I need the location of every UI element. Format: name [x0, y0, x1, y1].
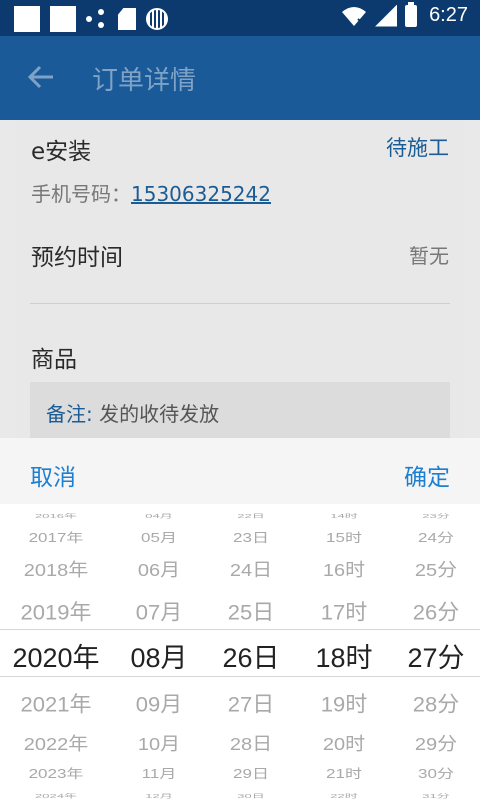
picker-item-selected[interactable]: 26日 — [206, 636, 296, 675]
notification-square-icon — [50, 6, 76, 32]
cancel-button[interactable]: 取消 — [30, 458, 76, 492]
picker-item[interactable]: 30分 — [392, 763, 480, 782]
back-arrow-icon[interactable] — [26, 62, 56, 92]
picker-item[interactable]: 20时 — [296, 729, 392, 755]
notification-icons — [14, 6, 168, 32]
picker-item[interactable]: 07月 — [112, 595, 206, 626]
picker-item[interactable]: 22日 — [206, 511, 296, 520]
picker-item-selected[interactable]: 18时 — [296, 636, 392, 675]
picker-header: 取消 确定 — [0, 438, 480, 504]
picker-item[interactable]: 09月 — [112, 687, 206, 718]
picker-item[interactable]: 19时 — [296, 687, 392, 718]
picker-item[interactable]: 17时 — [296, 595, 392, 626]
picker-item[interactable]: 25分 — [392, 555, 480, 581]
picker-item[interactable]: 2016年 — [0, 511, 112, 520]
picker-column[interactable]: 22日 23日 24日 25日 26日 27日 28日 29日 30日 — [206, 504, 296, 800]
picker-item[interactable]: 15时 — [296, 527, 392, 546]
divider — [30, 303, 450, 304]
picker-item[interactable]: 29日 — [206, 763, 296, 782]
picker-item[interactable]: 24分 — [392, 527, 480, 546]
picker-item[interactable]: 24日 — [206, 555, 296, 581]
picker-item[interactable]: 21时 — [296, 763, 392, 782]
datetime-picker-wheel[interactable]: 2016年 2017年 2018年 2019年 2020年 2021年 2022年 2023年… — [0, 504, 480, 800]
appointment-label: 预约时间 — [31, 245, 123, 271]
picker-item[interactable]: 2023年 — [0, 763, 112, 782]
note-text: 发的收待发放 — [99, 402, 220, 426]
appointment-value: 暂无 — [409, 244, 449, 268]
picker-item[interactable]: 11月 — [112, 763, 206, 782]
picker-item[interactable]: 2019年 — [0, 595, 112, 626]
picker-column[interactable]: 2016年 2017年 2018年 2019年 2020年 2021年 2022年 2023年… — [0, 504, 112, 800]
wifi-icon — [342, 6, 367, 26]
page-title: 订单详情 — [92, 66, 197, 96]
picker-column[interactable]: 04月 05月 06月 07月 08月 09月 10月 11月 12月 — [112, 504, 206, 800]
appointment-row[interactable]: 预约时间 暂无 — [31, 238, 449, 272]
picker-item[interactable]: 2021年 — [0, 687, 112, 718]
sd-card-icon — [118, 8, 136, 30]
picker-item[interactable]: 05月 — [112, 527, 206, 546]
note-box: 备注: 发的收待发放 — [30, 382, 450, 440]
picker-item[interactable]: 30日 — [206, 791, 296, 800]
picker-item[interactable]: 04月 — [112, 511, 206, 520]
order-card: e安装 待施工 手机号码：15306325242 预约时间 暂无 商品 备注: … — [15, 120, 465, 440]
picker-item-selected[interactable]: 08月 — [112, 636, 206, 675]
picker-item-selected[interactable]: 27分 — [392, 636, 480, 675]
picker-item[interactable]: 2017年 — [0, 527, 112, 546]
service-name: e安装 — [31, 139, 92, 165]
picker-item[interactable]: 31分 — [392, 791, 480, 800]
picker-item[interactable]: 27日 — [206, 687, 296, 718]
picker-item[interactable]: 10月 — [112, 729, 206, 755]
picker-column[interactable]: 14时 15时 16时 17时 18时 19时 20时 21时 22时 — [296, 504, 392, 800]
picker-item[interactable]: 2022年 — [0, 729, 112, 755]
notification-square-icon — [14, 6, 40, 32]
picker-item[interactable]: 14时 — [296, 511, 392, 520]
signal-icon — [375, 4, 398, 27]
confirm-button[interactable]: 确定 — [404, 458, 450, 492]
picker-item[interactable]: 26分 — [392, 595, 480, 626]
picker-item[interactable]: 06月 — [112, 555, 206, 581]
picker-item[interactable]: 25日 — [206, 595, 296, 626]
picker-item[interactable]: 29分 — [392, 729, 480, 755]
status-badge: 待施工 — [386, 136, 449, 160]
picker-item[interactable]: 23日 — [206, 527, 296, 546]
dots-icon — [86, 9, 108, 29]
picker-item[interactable]: 16时 — [296, 555, 392, 581]
goods-heading: 商品 — [31, 347, 77, 373]
note-label: 备注: — [46, 402, 93, 426]
app-bar: 订单详情 — [0, 36, 480, 120]
battery-icon — [405, 1, 418, 27]
phone-label: 手机号码： — [31, 182, 131, 206]
phone-link[interactable]: 15306325242 — [131, 182, 271, 206]
picker-column[interactable]: 23分 24分 25分 26分 27分 28分 29分 30分 31分 — [392, 504, 480, 800]
picker-item[interactable]: 23分 — [392, 511, 480, 520]
picker-item[interactable]: 28日 — [206, 729, 296, 755]
picker-item[interactable]: 22时 — [296, 791, 392, 800]
phone-row: 手机号码：15306325242 — [31, 178, 449, 207]
picker-item[interactable]: 2024年 — [0, 791, 112, 800]
picker-item-selected[interactable]: 2020年 — [0, 636, 112, 675]
globe-icon — [146, 8, 168, 30]
picker-item[interactable]: 28分 — [392, 687, 480, 718]
picker-item[interactable]: 12月 — [112, 791, 206, 800]
status-time: 6:27 — [429, 4, 468, 26]
status-bar: 6:27 — [0, 0, 480, 36]
picker-item[interactable]: 2018年 — [0, 555, 112, 581]
